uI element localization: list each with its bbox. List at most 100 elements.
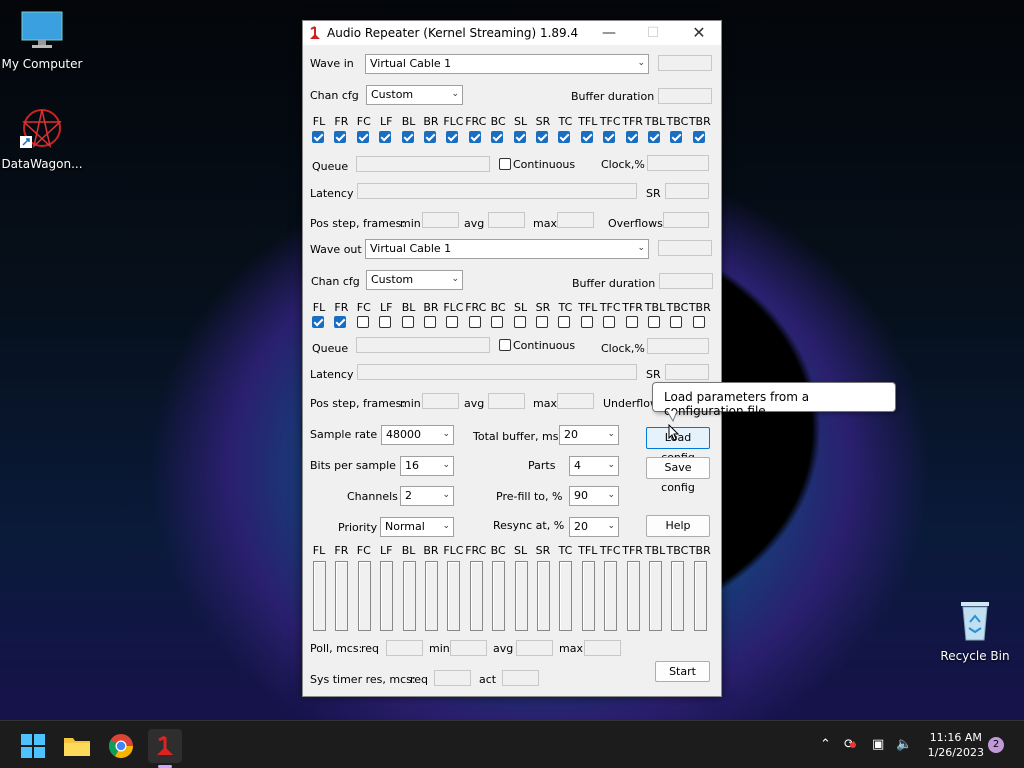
help-button[interactable]: Help bbox=[646, 515, 710, 537]
wave-out-channel-checkbox[interactable] bbox=[513, 316, 526, 328]
priority-select[interactable]: Normal ⌄ bbox=[380, 517, 454, 537]
wave-in-channel-checkbox[interactable] bbox=[424, 131, 436, 143]
parts-select[interactable]: 4 ⌄ bbox=[569, 456, 619, 476]
wave-in-channel-checkbox[interactable] bbox=[312, 131, 324, 143]
wave-out-channel-checkbox[interactable] bbox=[603, 316, 616, 328]
wave-out-channel-checkbox[interactable] bbox=[401, 316, 414, 328]
prefill-select[interactable]: 90 ⌄ bbox=[569, 486, 619, 506]
close-button[interactable]: ✕ bbox=[676, 21, 722, 45]
chevron-down-icon: ⌄ bbox=[451, 89, 459, 99]
sys-timer-label: Sys timer res, mcs: bbox=[310, 673, 416, 686]
channels-select[interactable]: 2 ⌄ bbox=[400, 486, 454, 506]
wave-out-channel-checkbox[interactable] bbox=[692, 316, 705, 328]
wave-out-max-label: max bbox=[533, 397, 557, 410]
wave-in-channel-checkbox[interactable] bbox=[401, 131, 414, 143]
taskbar-clock[interactable]: 11:16 AM 1/26/2023 bbox=[928, 730, 984, 760]
wave-in-channel-label: LF bbox=[379, 115, 393, 128]
wave-out-channel-checkbox[interactable] bbox=[558, 316, 571, 328]
wave-out-channel-checkbox[interactable] bbox=[424, 316, 436, 328]
minimize-button[interactable]: — bbox=[586, 21, 632, 45]
bits-per-sample-select[interactable]: 16 ⌄ bbox=[400, 456, 454, 476]
wave-out-channel-checkbox[interactable] bbox=[334, 316, 347, 328]
folder-icon bbox=[64, 738, 90, 756]
file-explorer-button[interactable] bbox=[60, 729, 94, 763]
desktop-icon-recycle-bin[interactable]: Recycle Bin bbox=[933, 598, 1017, 663]
wave-out-channel-checkbox[interactable] bbox=[446, 316, 459, 328]
chevron-down-icon: ⌄ bbox=[637, 58, 645, 68]
wave-out-chan-cfg-select[interactable]: Custom ⌄ bbox=[366, 270, 463, 290]
wave-out-channel-checkbox[interactable] bbox=[670, 316, 683, 328]
wave-in-channel-label: FLC bbox=[443, 115, 464, 128]
sys-timer-req-label: req bbox=[410, 673, 429, 686]
wave-out-channel-checkbox[interactable] bbox=[536, 316, 548, 328]
wave-out-label: Wave out bbox=[310, 243, 362, 256]
desktop-icon-datawagon[interactable]: DataWagon... bbox=[0, 106, 84, 171]
wave-in-channel-checkbox[interactable] bbox=[648, 131, 660, 143]
wave-in-channel-label: TFR bbox=[622, 115, 643, 128]
wave-out-channel-label: FRC bbox=[465, 301, 487, 314]
wave-out-channel-checkbox[interactable] bbox=[491, 316, 504, 328]
sys-timer-act-label: act bbox=[479, 673, 497, 686]
wave-out-channel-checkbox[interactable] bbox=[648, 316, 660, 328]
wave-out-channel-label: TBC bbox=[666, 301, 689, 314]
wave-out-channel-checkbox[interactable] bbox=[356, 316, 369, 328]
wave-in-channel-checkbox[interactable] bbox=[692, 131, 705, 143]
wave-out-channel-label: TBR bbox=[688, 301, 711, 314]
prefill-value: 90 bbox=[574, 489, 588, 502]
wave-in-channel-checkbox[interactable] bbox=[536, 131, 548, 143]
wave-in-channel-checkbox[interactable] bbox=[580, 131, 593, 143]
resync-select[interactable]: 20 ⌄ bbox=[569, 517, 619, 537]
audio-repeater-taskbar-button[interactable] bbox=[148, 729, 182, 768]
wave-in-channel-checkbox[interactable] bbox=[356, 131, 369, 143]
wave-out-pos-step-label: Pos step, frames: bbox=[310, 397, 406, 410]
wave-in-avg-label: avg bbox=[464, 217, 485, 230]
wave-in-chan-cfg-select[interactable]: Custom ⌄ bbox=[366, 85, 463, 105]
level-meter bbox=[626, 561, 640, 631]
save-config-button[interactable]: Save config bbox=[646, 457, 710, 494]
wave-out-channel-checkbox[interactable] bbox=[468, 316, 481, 328]
network-icon[interactable]: ▣ bbox=[872, 737, 884, 752]
wave-out-continuous-checkbox[interactable] bbox=[499, 339, 511, 351]
chrome-button[interactable] bbox=[104, 729, 138, 763]
wave-out-latency-label: Latency bbox=[310, 368, 354, 381]
wave-out-channel-checkbox[interactable] bbox=[625, 316, 638, 328]
wave-out-channel-checkbox[interactable] bbox=[580, 316, 593, 328]
wave-in-channel-checkbox[interactable] bbox=[446, 131, 459, 143]
windows-logo-icon bbox=[21, 734, 45, 758]
volume-icon[interactable]: 🔈 bbox=[896, 737, 912, 752]
sample-rate-value: 48000 bbox=[386, 428, 421, 441]
wave-out-channel-checkbox[interactable] bbox=[312, 316, 324, 328]
sync-icon[interactable]: ⟳ bbox=[844, 737, 856, 752]
wave-out-max-field bbox=[557, 393, 594, 409]
wave-in-channel-checkbox[interactable] bbox=[334, 131, 347, 143]
wave-in-channel-checkbox[interactable] bbox=[625, 131, 638, 143]
chrome-icon bbox=[108, 734, 133, 759]
wave-out-channel-checkbox[interactable] bbox=[379, 316, 392, 328]
wave-in-clock-label: Clock,% bbox=[601, 158, 645, 171]
start-menu-button[interactable] bbox=[16, 729, 50, 763]
wave-in-channel-checkbox[interactable] bbox=[670, 131, 683, 143]
wave-in-channel-checkbox[interactable] bbox=[379, 131, 392, 143]
poll-req-field bbox=[386, 640, 423, 656]
wave-out-device-select[interactable]: Virtual Cable 1 ⌄ bbox=[365, 239, 649, 259]
sample-rate-select[interactable]: 48000 ⌄ bbox=[381, 425, 454, 445]
level-meter bbox=[604, 561, 618, 631]
start-button[interactable]: Start bbox=[655, 661, 710, 682]
wave-in-channel-checkbox[interactable] bbox=[558, 131, 571, 143]
audio-repeater-window: Audio Repeater (Kernel Streaming) 1.89.4… bbox=[302, 20, 722, 697]
wave-in-continuous-checkbox[interactable] bbox=[499, 158, 511, 170]
wave-in-channel-checkbox[interactable] bbox=[468, 131, 481, 143]
wave-out-channel-label: SL bbox=[514, 301, 528, 314]
wave-in-channel-checkbox[interactable] bbox=[513, 131, 526, 143]
chevron-up-icon[interactable]: ⌃ bbox=[820, 737, 831, 752]
wave-in-overflows-field bbox=[663, 212, 709, 228]
total-buffer-select[interactable]: 20 ⌄ bbox=[559, 425, 619, 445]
wave-in-channel-checkbox[interactable] bbox=[491, 131, 504, 143]
priority-value: Normal bbox=[385, 520, 425, 533]
title-bar[interactable]: Audio Repeater (Kernel Streaming) 1.89.4… bbox=[303, 21, 721, 45]
level-meter bbox=[649, 561, 662, 631]
wave-in-channel-checkbox[interactable] bbox=[603, 131, 616, 143]
desktop-icon-my-computer[interactable]: My Computer bbox=[0, 10, 84, 71]
wave-in-device-select[interactable]: Virtual Cable 1 ⌄ bbox=[365, 54, 649, 74]
notification-badge[interactable]: 2 bbox=[988, 737, 1004, 753]
